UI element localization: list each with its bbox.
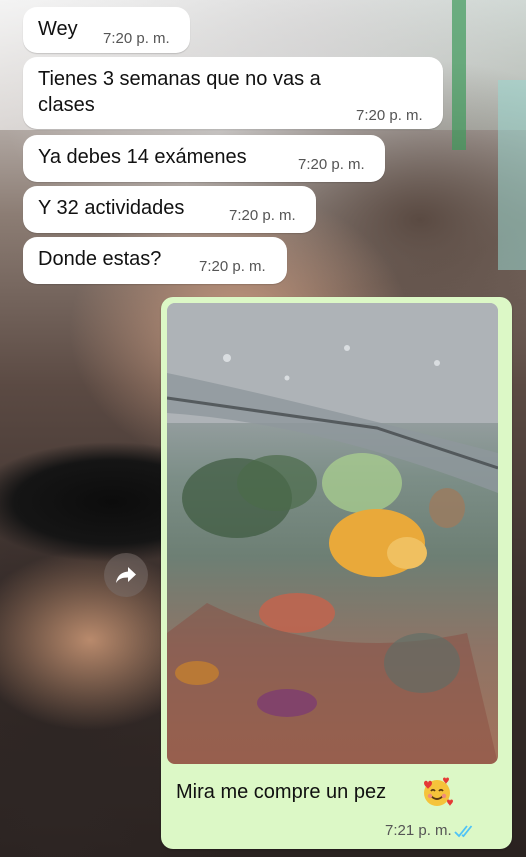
message-bubble[interactable]: Ya debes 14 exámenes 7:20 p. m. (23, 135, 385, 182)
fish-photo[interactable] (167, 303, 498, 764)
message-time: 7:20 p. m. (229, 207, 296, 224)
message-time: 7:20 p. m. (103, 30, 170, 47)
chat-area: Wey 7:20 p. m. Tienes 3 semanas que no v… (0, 0, 526, 857)
message-time: 7:21 p. m. (385, 822, 452, 839)
message-bubble[interactable]: Donde estas? 7:20 p. m. (23, 237, 287, 284)
forward-button[interactable] (104, 553, 148, 597)
message-text: Donde estas? (38, 248, 162, 270)
message-bubble[interactable]: Tienes 3 semanas que no vas a clases 7:2… (23, 57, 443, 129)
message-time: 7:20 p. m. (298, 156, 365, 173)
message-caption: Mira me compre un pez (176, 781, 387, 803)
message-time: 7:20 p. m. (199, 258, 266, 275)
read-double-check-icon (454, 825, 473, 838)
sent-image-message[interactable]: Mira me compre un pez 7:21 p. m. (161, 297, 512, 849)
background-detail (498, 80, 526, 270)
message-text: Y 32 actividades (38, 197, 185, 219)
smiling-face-with-hearts-icon (424, 777, 453, 806)
message-text: Tienes 3 semanas que no vas a clases (38, 68, 321, 116)
message-bubble[interactable]: Wey 7:20 p. m. (23, 7, 190, 53)
message-text: Wey (38, 18, 78, 40)
forward-arrow-icon (116, 567, 136, 583)
message-time: 7:20 p. m. (356, 107, 423, 124)
message-text: Ya debes 14 exámenes (38, 146, 247, 168)
message-bubble[interactable]: Y 32 actividades 7:20 p. m. (23, 186, 316, 233)
background-detail (452, 0, 466, 150)
